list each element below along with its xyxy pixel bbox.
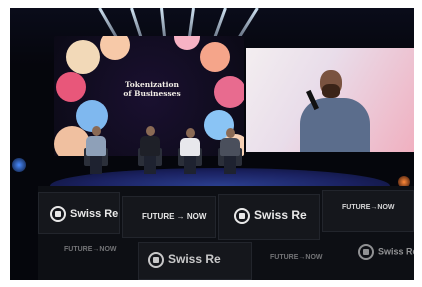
decor-circle bbox=[100, 36, 130, 60]
panelist-head bbox=[146, 126, 155, 136]
banner-slogan: FUTURE→NOW bbox=[64, 246, 117, 253]
panelist-legs bbox=[90, 156, 102, 174]
banner-slogan: FUTURE → NOW bbox=[142, 212, 206, 221]
speaker-beard bbox=[322, 84, 340, 98]
screen-title: Tokenization of Businesses bbox=[112, 80, 192, 98]
banner-brand: Swiss Re bbox=[358, 244, 414, 260]
panelist-body bbox=[86, 136, 106, 156]
panelist-head bbox=[186, 128, 195, 138]
panelist-legs bbox=[184, 156, 196, 174]
banner-slogan: FUTURE→NOW bbox=[342, 204, 395, 211]
panelist-legs bbox=[224, 156, 236, 174]
panelist-head bbox=[92, 126, 101, 136]
banner-brand: Swiss Re bbox=[234, 208, 307, 224]
screen-title-line: of Businesses bbox=[123, 89, 181, 98]
screen-title-line: Tokenization bbox=[125, 80, 179, 89]
brand-text: Swiss Re bbox=[254, 208, 307, 223]
panelist-head bbox=[226, 128, 235, 138]
slogan-text: FUTURE→NOW bbox=[270, 254, 323, 261]
decor-circle bbox=[200, 42, 230, 72]
swiss-re-logo-icon bbox=[234, 208, 250, 224]
decor-circle bbox=[56, 72, 86, 102]
speaker-video-screen bbox=[246, 48, 414, 152]
banner-slogan: FUTURE→NOW bbox=[270, 254, 323, 261]
swiss-re-logo-icon bbox=[358, 244, 374, 260]
swiss-re-logo-icon bbox=[148, 252, 164, 268]
brand-text: Swiss Re bbox=[168, 252, 221, 267]
decor-circle bbox=[66, 40, 100, 74]
swiss-re-logo-icon bbox=[50, 206, 66, 222]
speaker-body bbox=[300, 98, 370, 152]
banner-brand: Swiss Re bbox=[50, 206, 118, 222]
slogan-text: FUTURE → NOW bbox=[142, 212, 207, 221]
floor-light bbox=[12, 158, 26, 172]
brand-text: Swiss Re bbox=[70, 207, 119, 220]
brand-text: Swiss Re bbox=[378, 246, 414, 257]
decor-circle bbox=[214, 76, 244, 108]
slogan-text: FUTURE→NOW bbox=[64, 246, 117, 253]
event-photo: Tokenization of Businesses Swiss Re FUTU… bbox=[10, 8, 414, 280]
decor-circle bbox=[174, 36, 200, 50]
banner-brand: Swiss Re bbox=[148, 252, 221, 268]
banner-panel bbox=[322, 190, 414, 232]
panelist-body bbox=[180, 138, 200, 156]
stage-front: Swiss Re FUTURE → NOW Swiss Re FUTURE→NO… bbox=[38, 186, 414, 280]
panelist-body bbox=[220, 138, 240, 156]
panelist-body bbox=[140, 136, 160, 156]
panelist-legs bbox=[144, 156, 156, 174]
slogan-text: FUTURE→NOW bbox=[342, 204, 395, 211]
